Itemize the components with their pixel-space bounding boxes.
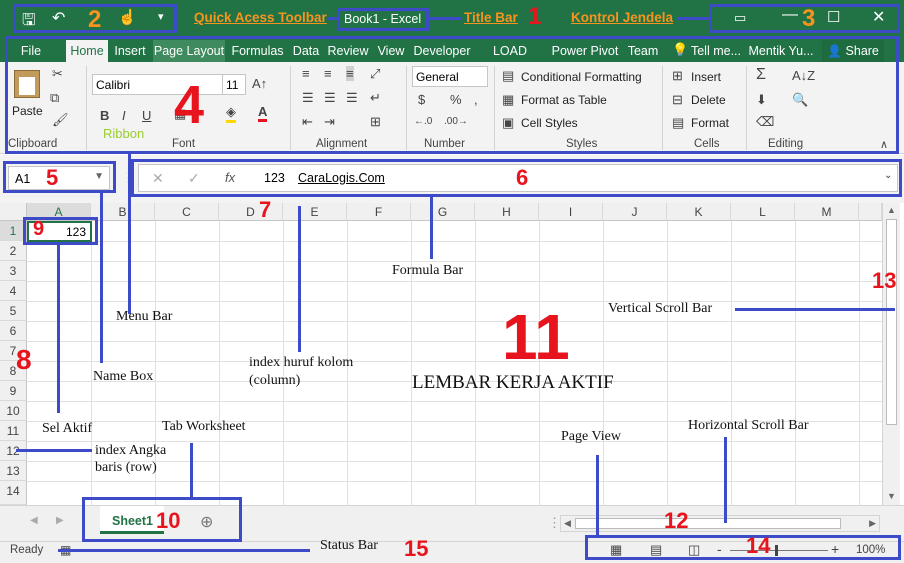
annotation-line	[328, 17, 337, 20]
annotation-number-15: 15	[404, 536, 429, 561]
annotation-number-11: 11	[502, 301, 570, 373]
row-header-13[interactable]: 13	[0, 461, 27, 481]
annotation-line	[16, 449, 92, 452]
annotation-number-2: 2	[88, 6, 102, 33]
label-column: (column)	[249, 373, 301, 388]
label-index-angka: index Angka	[95, 443, 167, 458]
annotation-line	[100, 193, 103, 363]
column-header-m[interactable]: M	[795, 203, 859, 221]
annotation-box-ribbon	[5, 36, 899, 154]
column-header-f[interactable]: F	[347, 203, 411, 221]
row-header-11[interactable]: 11	[0, 421, 27, 441]
label-lembar-kerja: LEMBAR KERJA AKTIF	[412, 372, 614, 393]
annotation-number-5: 5	[46, 165, 59, 190]
annotation-box-name-box	[3, 161, 116, 193]
grid-line	[219, 221, 220, 505]
annotation-number-7: 7	[259, 197, 272, 222]
column-header-e[interactable]: E	[283, 203, 347, 221]
annotation-number-8: 8	[16, 344, 32, 375]
grid-line	[795, 221, 796, 505]
annotation-number-14: 14	[746, 533, 771, 558]
label-sel-aktif: Sel Aktif	[42, 421, 93, 436]
label-name-box: Name Box	[93, 369, 154, 384]
annotation-line	[298, 206, 301, 352]
scroll-down-icon[interactable]: ▼	[887, 491, 896, 501]
annotation-line	[190, 443, 193, 497]
row-header-5[interactable]: 5	[0, 301, 27, 321]
row-header-6[interactable]: 6	[0, 321, 27, 341]
annotation-box-title	[337, 8, 429, 31]
label-page-view: Page View	[561, 429, 621, 444]
scroll-up-icon[interactable]: ▲	[887, 205, 896, 215]
annotation-number-12: 12	[664, 508, 689, 533]
annotation-line	[735, 308, 895, 311]
column-header-c[interactable]: C	[155, 203, 219, 221]
annotation-number-13: 13	[872, 268, 897, 293]
column-header-l[interactable]: L	[731, 203, 795, 221]
row-header-3[interactable]: 3	[0, 261, 27, 281]
grid-line	[475, 221, 476, 505]
prev-sheet-icon[interactable]: ◀	[30, 515, 38, 526]
annotation-number-10: 10	[156, 508, 181, 533]
column-header-d[interactable]: D	[219, 203, 283, 221]
annotation-number-6: 6	[516, 165, 529, 190]
horizontal-scroll-thumb[interactable]	[575, 518, 841, 529]
annotation-box-status-right	[585, 535, 901, 560]
label-menu-bar: Menu Bar	[116, 309, 173, 324]
column-header-i[interactable]: I	[539, 203, 603, 221]
horizontal-scrollbar[interactable]: ◀ ▶	[560, 515, 880, 532]
row-header-4[interactable]: 4	[0, 281, 27, 301]
annotation-number-1: 1	[528, 3, 542, 30]
scroll-right-icon[interactable]: ▶	[869, 518, 876, 529]
label-kontrol-jendela: Kontrol Jendela	[571, 10, 674, 25]
column-header-g[interactable]: G	[411, 203, 475, 221]
annotation-number-4: 4	[174, 75, 205, 135]
row-header-14[interactable]: 14	[0, 481, 27, 505]
annotation-line	[596, 455, 599, 535]
annotation-number-3: 3	[802, 5, 816, 32]
grid-line	[667, 221, 668, 505]
label-horizontal-scroll: Horizontal Scroll Bar	[688, 418, 809, 433]
grid-line	[731, 221, 732, 505]
scroll-left-icon[interactable]: ◀	[564, 518, 571, 529]
label-status-bar: Status Bar	[320, 538, 378, 553]
annotation-line	[724, 437, 727, 523]
annotation-line	[429, 17, 461, 20]
annotation-number-9: 9	[33, 218, 45, 240]
label-formula-bar: Formula Bar	[392, 263, 464, 278]
annotation-line	[678, 17, 709, 20]
row-header-10[interactable]: 10	[0, 401, 27, 421]
column-header-j[interactable]: J	[603, 203, 667, 221]
status-ready: Ready	[10, 544, 44, 556]
annotation-line	[57, 245, 60, 413]
grid-line	[603, 221, 604, 505]
annotation-line	[128, 154, 131, 314]
label-vertical-scroll: Vertical Scroll Bar	[608, 301, 713, 316]
label-quick-access: Quick Acess Toolbar	[194, 10, 327, 25]
column-header-k[interactable]: K	[667, 203, 731, 221]
label-baris: baris (row)	[95, 460, 157, 475]
label-title-bar: Title Bar	[464, 10, 518, 25]
annotation-line	[58, 549, 310, 552]
annotation-line	[430, 197, 433, 259]
grid-line	[91, 221, 92, 505]
grid-line	[859, 221, 860, 505]
vertical-scroll-thumb[interactable]	[886, 219, 897, 425]
next-sheet-icon[interactable]: ▶	[56, 515, 64, 526]
column-header-n[interactable]	[859, 203, 882, 221]
row-header-9[interactable]: 9	[0, 381, 27, 401]
column-header-h[interactable]: H	[475, 203, 539, 221]
label-tab-worksheet: Tab Worksheet	[162, 419, 246, 434]
vertical-scrollbar[interactable]: ▲ ▼	[882, 203, 900, 505]
label-index-kolom: index huruf kolom	[249, 355, 354, 370]
